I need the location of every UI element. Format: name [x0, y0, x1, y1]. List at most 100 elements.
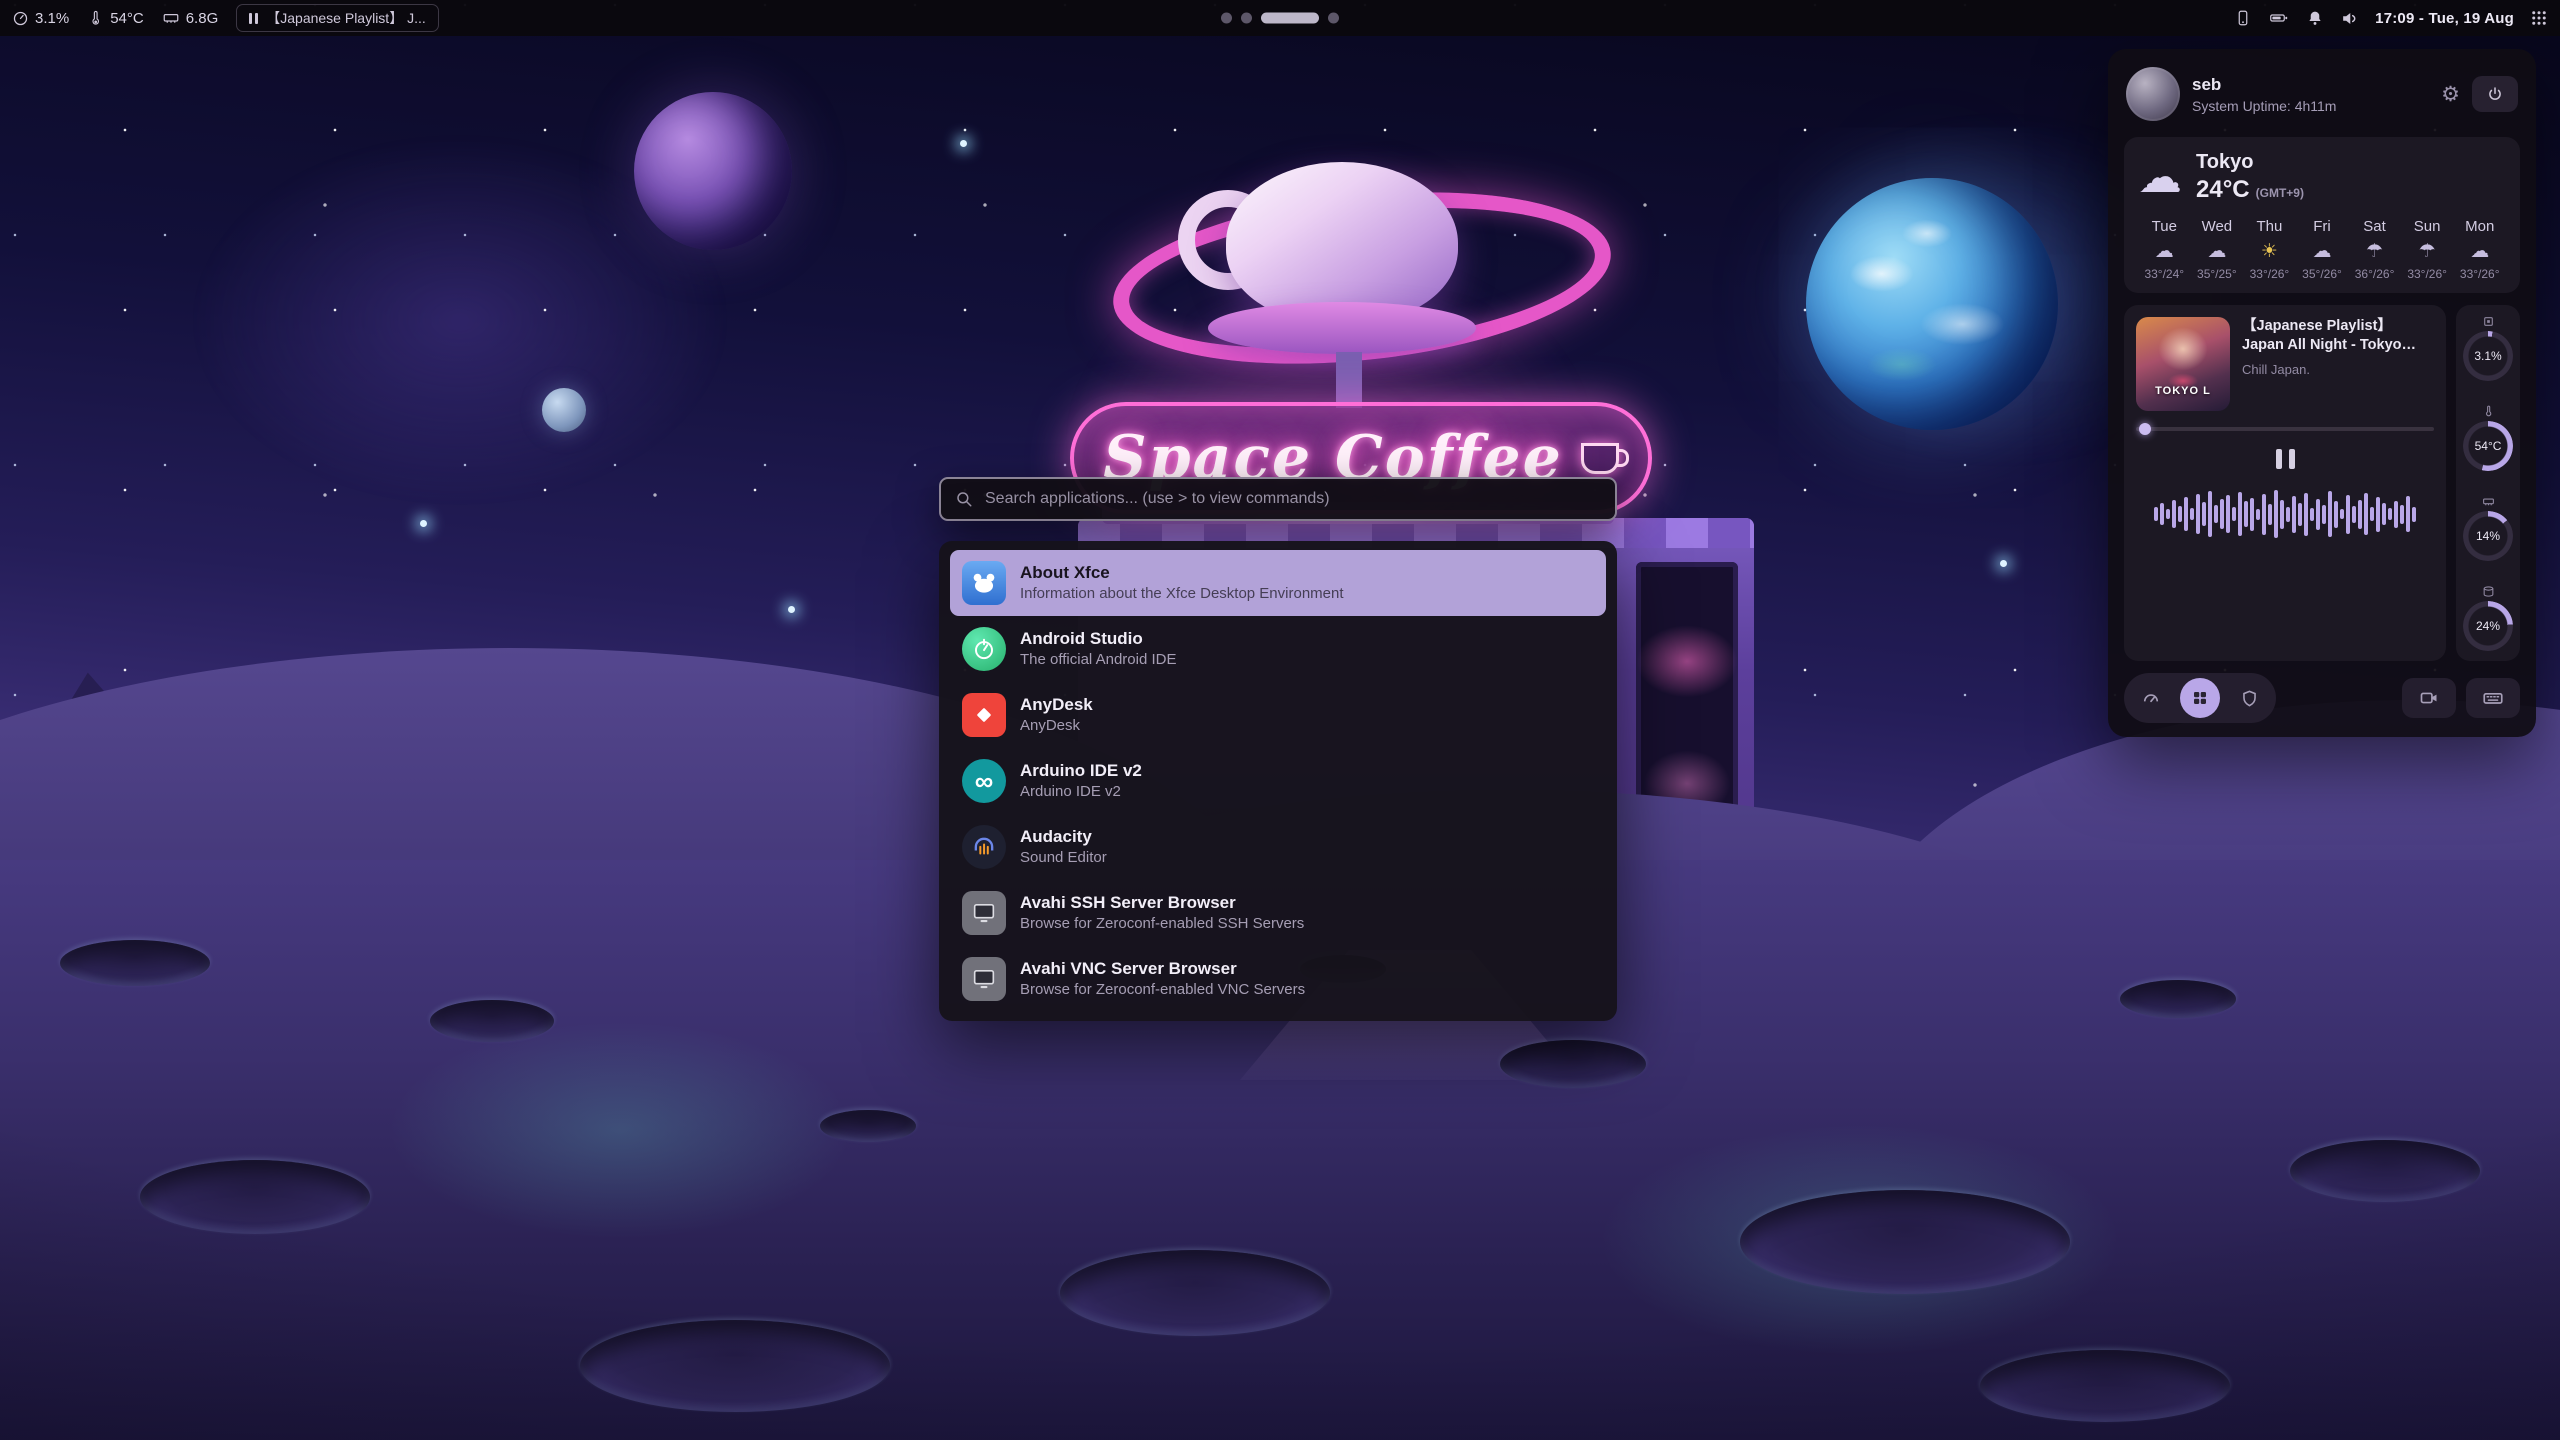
disk-icon: [2482, 585, 2495, 598]
pause-button[interactable]: [2262, 443, 2308, 475]
media-player: TOKYO L 【Japanese Playlist】 Japan All Ni…: [2124, 305, 2446, 661]
track-subtitle: Chill Japan.: [2242, 362, 2434, 377]
power-button[interactable]: [2472, 76, 2518, 112]
app-desc: Sound Editor: [1020, 849, 1107, 867]
crater: [1060, 1250, 1330, 1336]
crater: [1980, 1350, 2230, 1422]
app-row-arduino[interactable]: ∞ Arduino IDE v2 Arduino IDE v2: [950, 748, 1606, 814]
desktop: Space Coffee 3.1% 54°C 6.8G: [0, 0, 2560, 1440]
app-row-avahi-ssh[interactable]: Avahi SSH Server Browser Browse for Zero…: [950, 880, 1606, 946]
volume-icon[interactable]: [2340, 9, 2359, 28]
forecast-day: Fri ☁ 35°/26°: [2296, 218, 2349, 281]
android-studio-logo-icon: [962, 627, 1006, 671]
pause-icon: [249, 13, 258, 24]
media-pill[interactable]: 【Japanese Playlist】 J...: [236, 4, 439, 32]
workspace-dot[interactable]: [1328, 13, 1339, 24]
search-icon: [955, 490, 973, 508]
star-sparkle: [2000, 560, 2007, 567]
temperature-value: 54°C: [110, 10, 144, 27]
quick-actions: [2124, 673, 2276, 723]
keyboard-button[interactable]: [2466, 678, 2520, 718]
album-art[interactable]: TOKYO L: [2136, 317, 2230, 411]
app-row-anydesk[interactable]: AnyDesk AnyDesk: [950, 682, 1606, 748]
ram-icon: [2482, 495, 2495, 508]
sign-pole: [1336, 352, 1362, 408]
memory-value: 6.8G: [186, 10, 219, 27]
forecast-day: Wed ☁ 35°/25°: [2191, 218, 2244, 281]
app-name: Arduino IDE v2: [1020, 761, 1142, 781]
app-desc: Browse for Zeroconf-enabled VNC Servers: [1020, 981, 1305, 999]
apps-grid-icon[interactable]: [2530, 9, 2548, 27]
forecast-day: Sun ☂ 33°/26°: [2401, 218, 2454, 281]
cloud-icon: ☁: [2296, 242, 2349, 261]
weather-temp: 24°C: [2196, 176, 2250, 204]
memory-gauge: 14%: [2463, 495, 2513, 561]
thermometer-icon: [87, 10, 104, 27]
app-name: Avahi VNC Server Browser: [1020, 959, 1305, 979]
workspace-indicator[interactable]: [1221, 13, 1339, 24]
app-row-avahi-vnc[interactable]: Avahi VNC Server Browser Browse for Zero…: [950, 946, 1606, 1012]
weather-city: Tokyo: [2196, 151, 2304, 174]
app-name: About Xfce: [1020, 563, 1344, 583]
temperature-gauge: 54°C: [2463, 405, 2513, 471]
bell-icon[interactable]: [2306, 9, 2324, 27]
cloud-icon: ☁: [2191, 242, 2244, 261]
sun-icon: ☀: [2243, 242, 2296, 261]
wallpaper-planet: [634, 92, 792, 250]
star-sparkle: [420, 520, 427, 527]
workspace-dot[interactable]: [1241, 13, 1252, 24]
avatar[interactable]: [2126, 67, 2180, 121]
cpu-icon: [2482, 315, 2495, 328]
album-art-label: TOKYO L: [2136, 385, 2230, 397]
workspace-active[interactable]: [1261, 13, 1319, 24]
cpu-icon: [12, 10, 29, 27]
app-desc: Arduino IDE v2: [1020, 783, 1142, 801]
media-pill-label: 【Japanese Playlist】 J...: [266, 8, 426, 28]
seek-handle[interactable]: [2139, 423, 2151, 435]
app-desc: AnyDesk: [1020, 717, 1093, 735]
app-launcher: About Xfce Information about the Xfce De…: [939, 541, 1617, 1021]
widgets-panel: seb System Uptime: 4h11m ⚙ ☁ Tokyo 24°C …: [2108, 49, 2536, 737]
crater: [2120, 980, 2236, 1018]
clock[interactable]: 17:09 - Tue, 19 Aug: [2375, 10, 2514, 27]
crater: [2290, 1140, 2480, 1202]
cpu-stat[interactable]: 3.1%: [12, 10, 69, 27]
audacity-logo-icon: [962, 825, 1006, 869]
neon-cup: [1226, 162, 1458, 324]
app-desc: The official Android IDE: [1020, 651, 1176, 669]
forecast-day: Thu ☀ 33°/26°: [2243, 218, 2296, 281]
search-input[interactable]: [983, 489, 1601, 509]
app-row-about-xfce[interactable]: About Xfce Information about the Xfce De…: [950, 550, 1606, 616]
ram-icon: [162, 9, 180, 27]
phone-link-icon[interactable]: [2234, 9, 2252, 27]
sidebar-dock: [2124, 673, 2520, 723]
shield-button[interactable]: [2229, 678, 2269, 718]
seek-bar[interactable]: [2136, 427, 2434, 431]
monitor-icon: [962, 957, 1006, 1001]
app-name: AnyDesk: [1020, 695, 1093, 715]
user-card: seb System Uptime: 4h11m ⚙: [2124, 63, 2520, 125]
battery-icon[interactable]: [2268, 9, 2290, 27]
app-name: Android Studio: [1020, 629, 1176, 649]
user-name: seb: [2192, 75, 2429, 95]
crater: [140, 1160, 370, 1234]
weather-forecast: Tue ☁ 33°/24° Wed ☁ 35°/25° Thu ☀ 33°/26…: [2138, 218, 2506, 281]
app-desc: Browse for Zeroconf-enabled SSH Servers: [1020, 915, 1304, 933]
app-row-audacity[interactable]: Audacity Sound Editor: [950, 814, 1606, 880]
monitor-icon: [962, 891, 1006, 935]
screen-record-button[interactable]: [2402, 678, 2456, 718]
rain-umbrella-icon: ☂: [2401, 242, 2454, 261]
star-sparkle: [788, 606, 795, 613]
disk-gauge: 24%: [2463, 585, 2513, 651]
dashboard-button[interactable]: [2131, 678, 2171, 718]
app-search-bar[interactable]: [939, 477, 1617, 521]
cpu-value: 3.1%: [35, 10, 69, 27]
app-row-android-studio[interactable]: Android Studio The official Android IDE: [950, 616, 1606, 682]
app-desc: Information about the Xfce Desktop Envir…: [1020, 585, 1344, 603]
memory-stat[interactable]: 6.8G: [162, 9, 219, 27]
apps-button[interactable]: [2180, 678, 2220, 718]
settings-gear-icon[interactable]: ⚙: [2441, 82, 2460, 107]
workspace-dot[interactable]: [1221, 13, 1232, 24]
shield-icon: [2240, 689, 2259, 708]
temperature-stat[interactable]: 54°C: [87, 10, 144, 27]
